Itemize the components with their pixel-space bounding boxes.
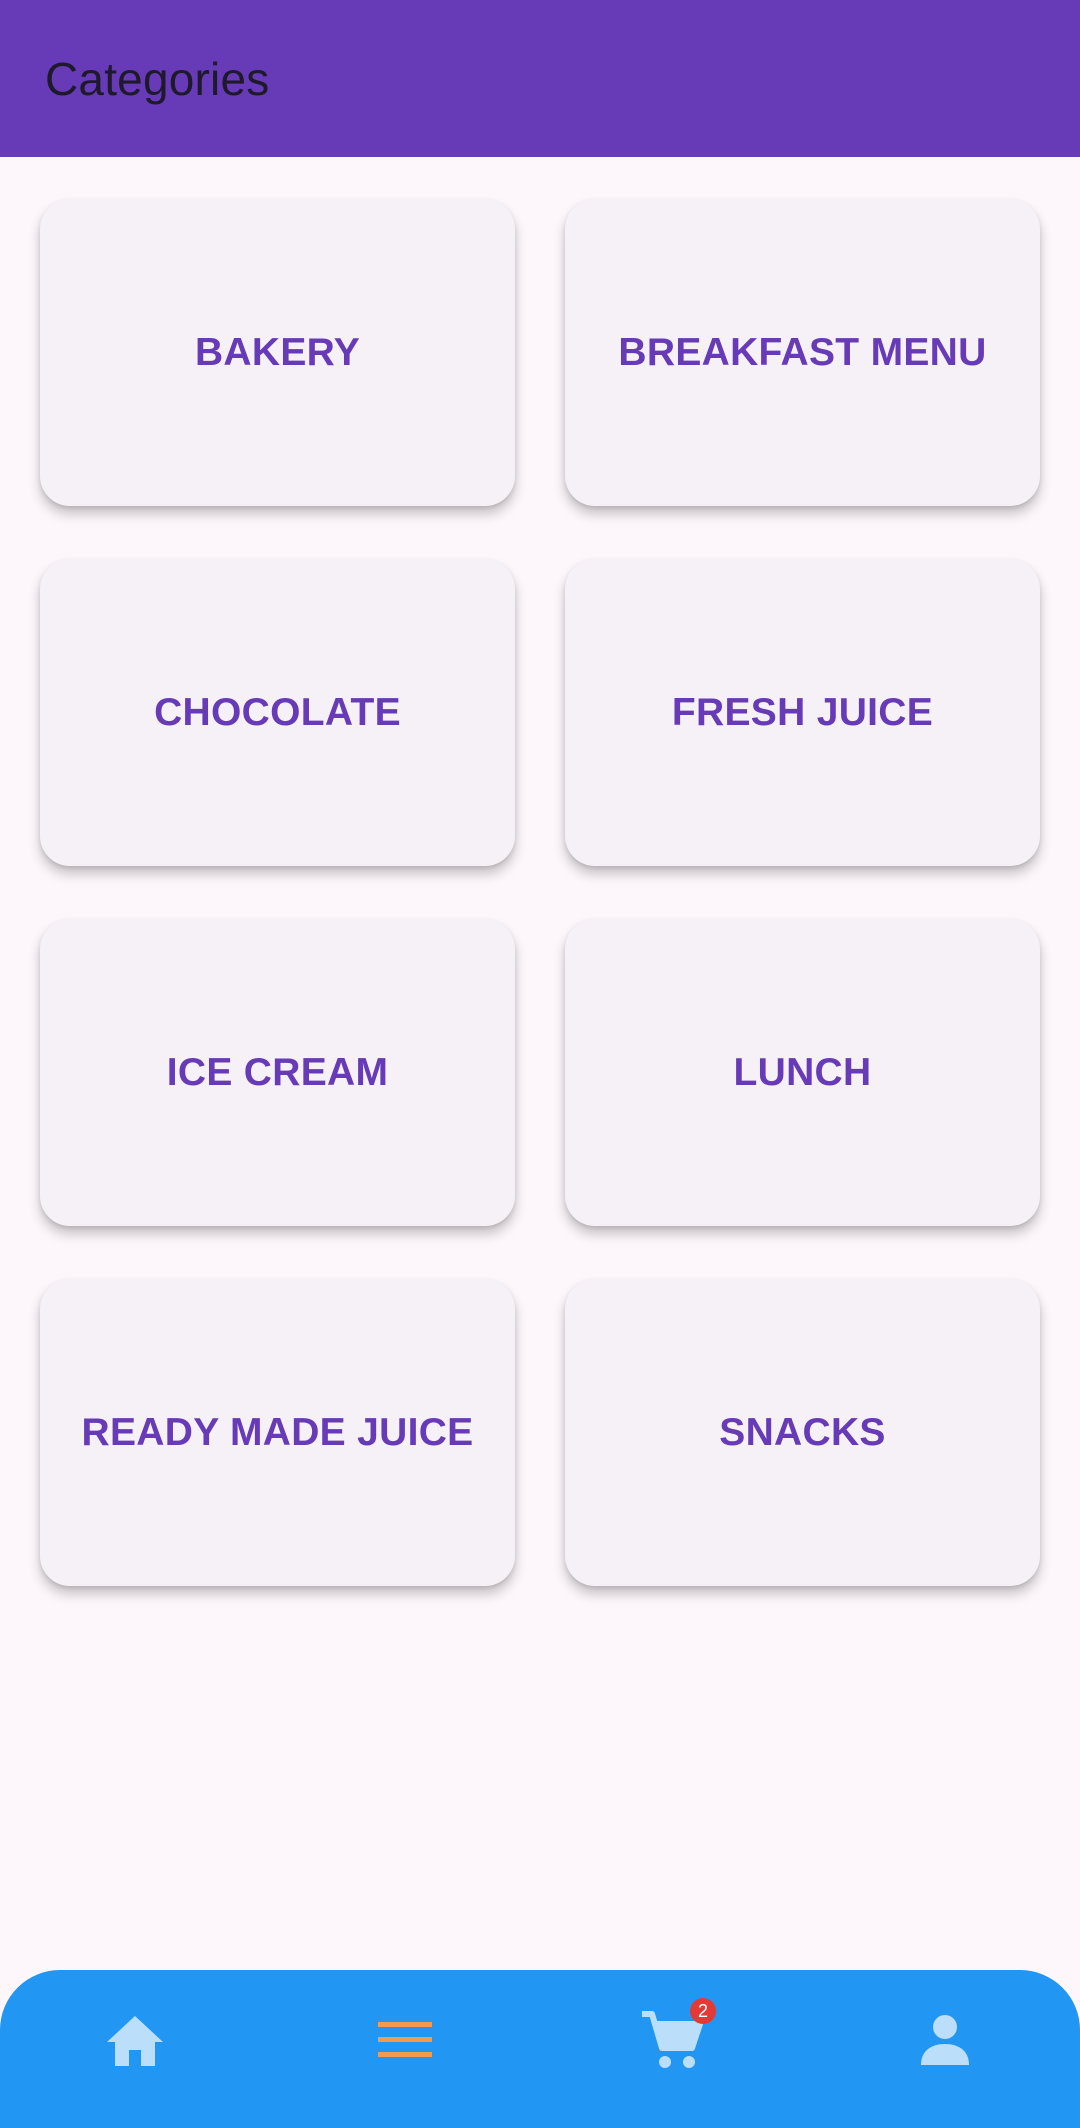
bottom-navigation-bar: 2 bbox=[0, 1970, 1080, 2128]
category-label: SNACKS bbox=[719, 1410, 886, 1454]
category-card-lunch[interactable]: LUNCH bbox=[565, 919, 1040, 1226]
nav-home-button[interactable] bbox=[95, 2000, 175, 2080]
category-label: CHOCOLATE bbox=[154, 690, 401, 734]
category-card-ice-cream[interactable]: ICE CREAM bbox=[40, 919, 515, 1226]
category-grid: BAKERY BREAKFAST MENU CHOCOLATE FRESH JU… bbox=[40, 199, 1040, 1586]
cart-icon-wrapper: 2 bbox=[640, 1998, 716, 2072]
category-label: BAKERY bbox=[194, 330, 361, 374]
category-card-bakery[interactable]: BAKERY bbox=[40, 199, 515, 506]
menu-icon bbox=[378, 2022, 432, 2057]
category-label: BREAKFAST MENU bbox=[618, 330, 987, 374]
category-card-ready-made-juice[interactable]: READY MADE JUICE bbox=[40, 1279, 515, 1586]
category-card-breakfast-menu[interactable]: BREAKFAST MENU bbox=[565, 199, 1040, 506]
category-card-snacks[interactable]: SNACKS bbox=[565, 1279, 1040, 1586]
cart-count-badge: 2 bbox=[690, 1998, 716, 2024]
person-icon bbox=[921, 2015, 969, 2065]
category-label: ICE CREAM bbox=[166, 1050, 389, 1094]
app-screen: Categories BAKERY BREAKFAST MENU CHOCOLA… bbox=[0, 0, 1080, 2128]
category-card-chocolate[interactable]: CHOCOLATE bbox=[40, 559, 515, 866]
category-label: READY MADE JUICE bbox=[81, 1410, 474, 1454]
nav-cart-button[interactable]: 2 bbox=[632, 1998, 716, 2080]
category-label: LUNCH bbox=[733, 1050, 872, 1094]
page-title: Categories bbox=[45, 52, 270, 105]
category-label: FRESH JUICE bbox=[671, 690, 934, 734]
home-icon bbox=[107, 2016, 163, 2066]
app-bar: Categories bbox=[0, 0, 1080, 157]
nav-menu-button[interactable] bbox=[365, 2000, 445, 2080]
nav-profile-button[interactable] bbox=[905, 2000, 985, 2080]
category-card-fresh-juice[interactable]: FRESH JUICE bbox=[565, 559, 1040, 866]
